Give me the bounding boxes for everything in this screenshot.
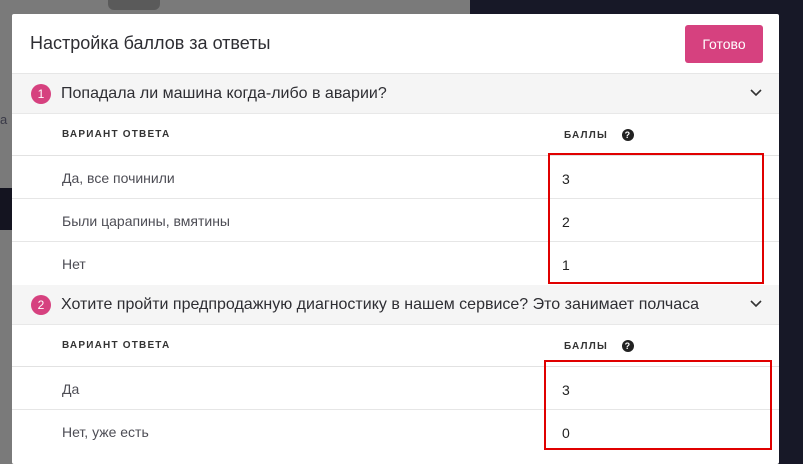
points-column-header: БАЛЛЫ ? bbox=[564, 129, 634, 141]
score-input[interactable]: 3 bbox=[562, 382, 570, 398]
column-header-row: ВАРИАНТ ОТВЕТА БАЛЛЫ ? bbox=[12, 114, 779, 156]
score-input[interactable]: 3 bbox=[562, 171, 570, 187]
modal-header: Настройка баллов за ответы Готово bbox=[12, 14, 779, 74]
score-input[interactable]: 1 bbox=[562, 257, 570, 273]
points-column-label: БАЛЛЫ bbox=[564, 340, 608, 352]
answer-text: Нет bbox=[62, 256, 86, 272]
score-input[interactable]: 0 bbox=[562, 425, 570, 441]
answer-column-header: ВАРИАНТ ОТВЕТА bbox=[62, 129, 171, 140]
question-header[interactable]: 2 Хотите пройти предпродажную диагностик… bbox=[12, 285, 779, 325]
question-number-badge: 1 bbox=[31, 83, 51, 104]
table-row: Да, все починили 3 bbox=[12, 156, 779, 199]
score-input[interactable]: 2 bbox=[562, 214, 570, 230]
question-number-badge: 2 bbox=[31, 294, 51, 315]
points-column-label: БАЛЛЫ bbox=[564, 129, 608, 141]
table-row: Нет 1 bbox=[12, 242, 779, 285]
chevron-down-icon[interactable] bbox=[749, 297, 763, 311]
score-settings-modal: Настройка баллов за ответы Готово 1 Попа… bbox=[12, 14, 779, 464]
table-row: Да 3 bbox=[12, 367, 779, 410]
question-text: Попадала ли машина когда-либо в аварии? bbox=[61, 84, 387, 102]
table-row: Нет, уже есть 0 bbox=[12, 410, 779, 453]
column-header-row: ВАРИАНТ ОТВЕТА БАЛЛЫ ? bbox=[12, 325, 779, 367]
table-row: Были царапины, вмятины 2 bbox=[12, 199, 779, 242]
background-avatar bbox=[108, 0, 160, 10]
question-header[interactable]: 1 Попадала ли машина когда-либо в аварии… bbox=[12, 74, 779, 114]
question-circle-icon[interactable]: ? bbox=[621, 129, 634, 141]
answers-list: Да, все починили 3 Были царапины, вмятин… bbox=[12, 156, 779, 285]
question-circle-icon[interactable]: ? bbox=[621, 340, 634, 352]
answer-text: Да bbox=[62, 381, 80, 397]
answers-list: Да 3 Нет, уже есть 0 bbox=[12, 367, 779, 453]
answer-text: Нет, уже есть bbox=[62, 424, 149, 440]
modal-title: Настройка баллов за ответы bbox=[30, 33, 271, 53]
done-button[interactable]: Готово bbox=[685, 24, 763, 63]
background-stripe bbox=[0, 188, 12, 230]
answer-text: Были царапины, вмятины bbox=[62, 213, 230, 229]
answer-column-header: ВАРИАНТ ОТВЕТА bbox=[62, 340, 171, 351]
points-column-header: БАЛЛЫ ? bbox=[564, 340, 634, 352]
question-text: Хотите пройти предпродажную диагностику … bbox=[61, 295, 700, 313]
chevron-down-icon[interactable] bbox=[749, 86, 763, 100]
background-text-fragment: а bbox=[0, 112, 8, 127]
answer-text: Да, все починили bbox=[62, 170, 175, 186]
